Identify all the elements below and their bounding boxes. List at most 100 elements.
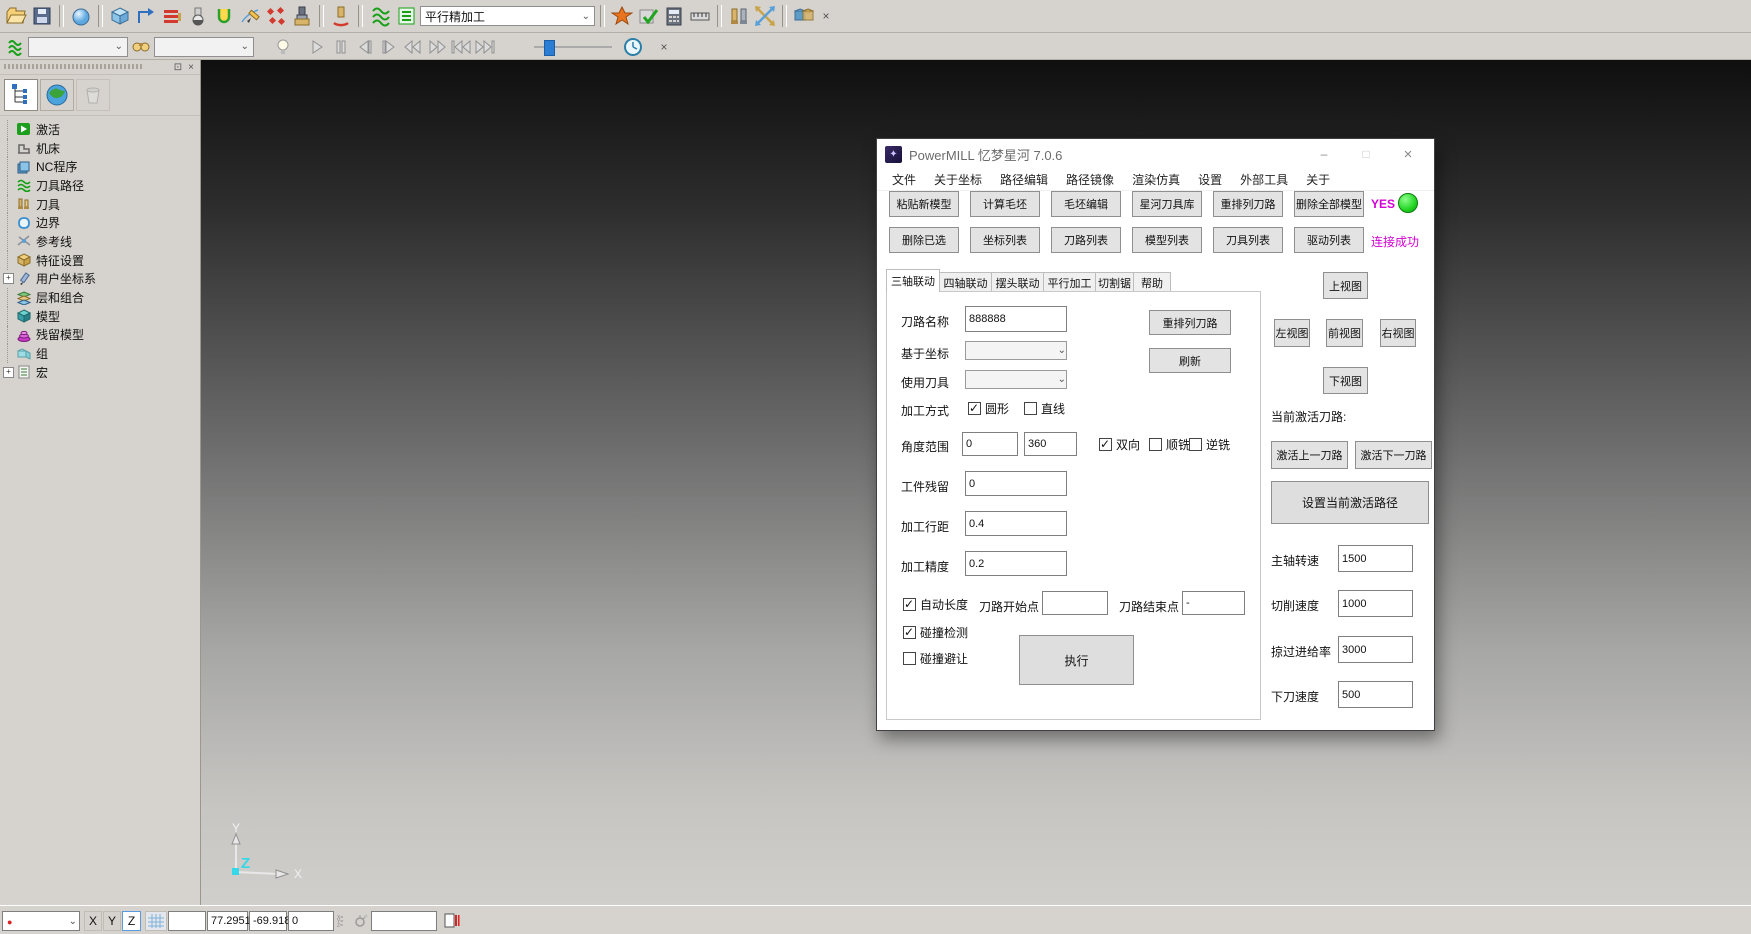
dir-conventional-checkbox[interactable]: 逆铣	[1189, 436, 1230, 453]
grid-size-field[interactable]	[168, 911, 206, 931]
axis-z-button[interactable]: Z	[122, 911, 141, 931]
collision-avoid-checkbox[interactable]: 碰撞避让	[903, 650, 968, 667]
calculator-icon[interactable]	[662, 4, 686, 28]
tree-item-toolpaths[interactable]: 刀具路径	[0, 176, 200, 195]
auto-length-checkbox[interactable]: 自动长度	[903, 596, 968, 613]
grid-toggle-button[interactable]	[145, 911, 167, 931]
tree-item-workplanes[interactable]: +用户坐标系	[0, 270, 200, 289]
cursor-z-field[interactable]: 0	[288, 911, 334, 931]
shaded-view-icon[interactable]	[69, 4, 93, 28]
slider-handle[interactable]	[544, 40, 555, 56]
reorder-toolpaths-button[interactable]: 重排列刀路	[1213, 191, 1283, 217]
execute-button[interactable]: 执行	[1019, 635, 1134, 685]
set-active-path-button[interactable]: 设置当前激活路径	[1271, 481, 1429, 524]
delete-selected-button[interactable]: 删除已选	[889, 227, 959, 253]
tab-4axis[interactable]: 四轴联动	[939, 272, 992, 292]
collision-check-icon[interactable]	[329, 4, 353, 28]
refresh-button[interactable]: 刷新	[1149, 348, 1231, 373]
end-point-input[interactable]	[1182, 591, 1245, 615]
fast-forward-button[interactable]	[426, 37, 448, 57]
step-back-button[interactable]	[354, 37, 376, 57]
minimize-button[interactable]: –	[1304, 139, 1344, 169]
edit-stock-button[interactable]: 毛坯编辑	[1051, 191, 1121, 217]
menu-render-sim[interactable]: 渲染仿真	[1123, 171, 1189, 188]
tool-list-button[interactable]: 刀具列表	[1213, 227, 1283, 253]
drive-list-button[interactable]: 驱动列表	[1294, 227, 1364, 253]
toolpath-name-input[interactable]	[965, 306, 1067, 332]
tree-item-groups[interactable]: 组	[0, 344, 200, 363]
compare-blocks-icon[interactable]	[792, 4, 816, 28]
play-button[interactable]	[306, 37, 328, 57]
angle-end-input[interactable]	[1024, 432, 1077, 456]
menu-file[interactable]: 文件	[883, 171, 925, 188]
model-list-button[interactable]: 模型列表	[1132, 227, 1202, 253]
measure-icon[interactable]	[688, 4, 712, 28]
main-toolbar-close-button[interactable]: ×	[818, 8, 834, 24]
strategy-dropdown[interactable]: 平行精加工 ⌄	[420, 6, 595, 26]
pattern-icon[interactable]	[238, 4, 262, 28]
activate-prev-button[interactable]: 激活上一刀路	[1271, 441, 1348, 469]
menu-about[interactable]: 关于	[1297, 171, 1339, 188]
step-forward-button[interactable]	[378, 37, 400, 57]
tree-item-nc-programs[interactable]: NC程序	[0, 157, 200, 176]
create-block-icon[interactable]	[108, 4, 132, 28]
view-left-button[interactable]: 左视图	[1274, 319, 1310, 347]
tree-item-boundaries[interactable]: 边界	[0, 213, 200, 232]
delete-all-models-button[interactable]: 删除全部模型	[1294, 191, 1364, 217]
view-top-button[interactable]: 上视图	[1323, 272, 1368, 299]
activate-next-button[interactable]: 激活下一刀路	[1355, 441, 1432, 469]
tool-select-dropdown[interactable]: ⌄	[154, 37, 254, 57]
use-tool-dropdown[interactable]: ⌄	[965, 370, 1067, 389]
tab-globe[interactable]	[40, 79, 74, 111]
collision-check-checkbox[interactable]: 碰撞检测	[903, 624, 968, 641]
boundary-icon[interactable]	[212, 4, 236, 28]
panel-close-icon[interactable]: ×	[185, 61, 197, 73]
dir-climb-checkbox[interactable]: 顺铣	[1149, 436, 1190, 453]
tool-holder-icon[interactable]	[290, 4, 314, 28]
tree-item-patterns[interactable]: 参考线	[0, 232, 200, 251]
pause-button[interactable]	[330, 37, 352, 57]
verify-icon[interactable]	[636, 4, 660, 28]
tab-parallel[interactable]: 平行加工	[1043, 272, 1096, 292]
mode-circle-checkbox[interactable]: 圆形	[968, 400, 1009, 417]
workplane-dropdown[interactable]: ● ⌄	[2, 911, 80, 931]
go-end-button[interactable]	[474, 37, 496, 57]
tree-item-activate[interactable]: 激活	[0, 120, 200, 139]
transform-icon[interactable]	[753, 4, 777, 28]
tree-item-models[interactable]: 模型	[0, 307, 200, 326]
view-bottom-button[interactable]: 下视图	[1323, 367, 1368, 394]
tree-item-machine[interactable]: 机床	[0, 139, 200, 158]
simulation-speed-slider[interactable]	[534, 39, 612, 55]
panel-grip[interactable]: ⊡ ×	[0, 60, 200, 75]
z-levels-icon[interactable]	[160, 4, 184, 28]
spindle-speed-input[interactable]	[1338, 545, 1413, 572]
pause-queue-icon[interactable]	[444, 913, 460, 932]
tree-item-levels-sets[interactable]: 层和组合	[0, 288, 200, 307]
tab-swivel-head[interactable]: 摆头联动	[991, 272, 1044, 292]
tolerance-field[interactable]	[371, 911, 437, 931]
clock-icon[interactable]	[622, 37, 644, 57]
view-right-button[interactable]: 右视图	[1380, 319, 1416, 347]
cutting-feed-input[interactable]	[1338, 590, 1413, 617]
menu-path-edit[interactable]: 路径编辑	[991, 171, 1057, 188]
toolpath-connections-icon[interactable]	[134, 4, 158, 28]
angle-start-input[interactable]	[962, 432, 1018, 456]
cursor-x-field[interactable]: 77.2951	[207, 911, 248, 931]
points-icon[interactable]	[264, 4, 288, 28]
leads-and-links-icon[interactable]	[610, 4, 634, 28]
search-icon[interactable]	[130, 37, 152, 57]
mode-line-checkbox[interactable]: 直线	[1024, 400, 1065, 417]
rewind-button[interactable]	[402, 37, 424, 57]
tab-help[interactable]: 帮助	[1133, 272, 1171, 292]
go-start-button[interactable]	[450, 37, 472, 57]
tool-change-icon[interactable]	[727, 4, 751, 28]
tool-library-button[interactable]: 星河刀具库	[1132, 191, 1202, 217]
reorder-button[interactable]: 重排列刀路	[1149, 310, 1231, 335]
tab-saw[interactable]: 切割锯	[1095, 272, 1134, 292]
toolpath-select-dropdown[interactable]: ⌄	[28, 37, 128, 57]
plunge-feed-input[interactable]	[1338, 681, 1413, 708]
menu-external-tools[interactable]: 外部工具	[1231, 171, 1297, 188]
expand-toggle[interactable]: +	[3, 273, 14, 284]
tab-recycle-bin[interactable]	[76, 79, 110, 111]
expand-toggle[interactable]: +	[3, 367, 14, 378]
